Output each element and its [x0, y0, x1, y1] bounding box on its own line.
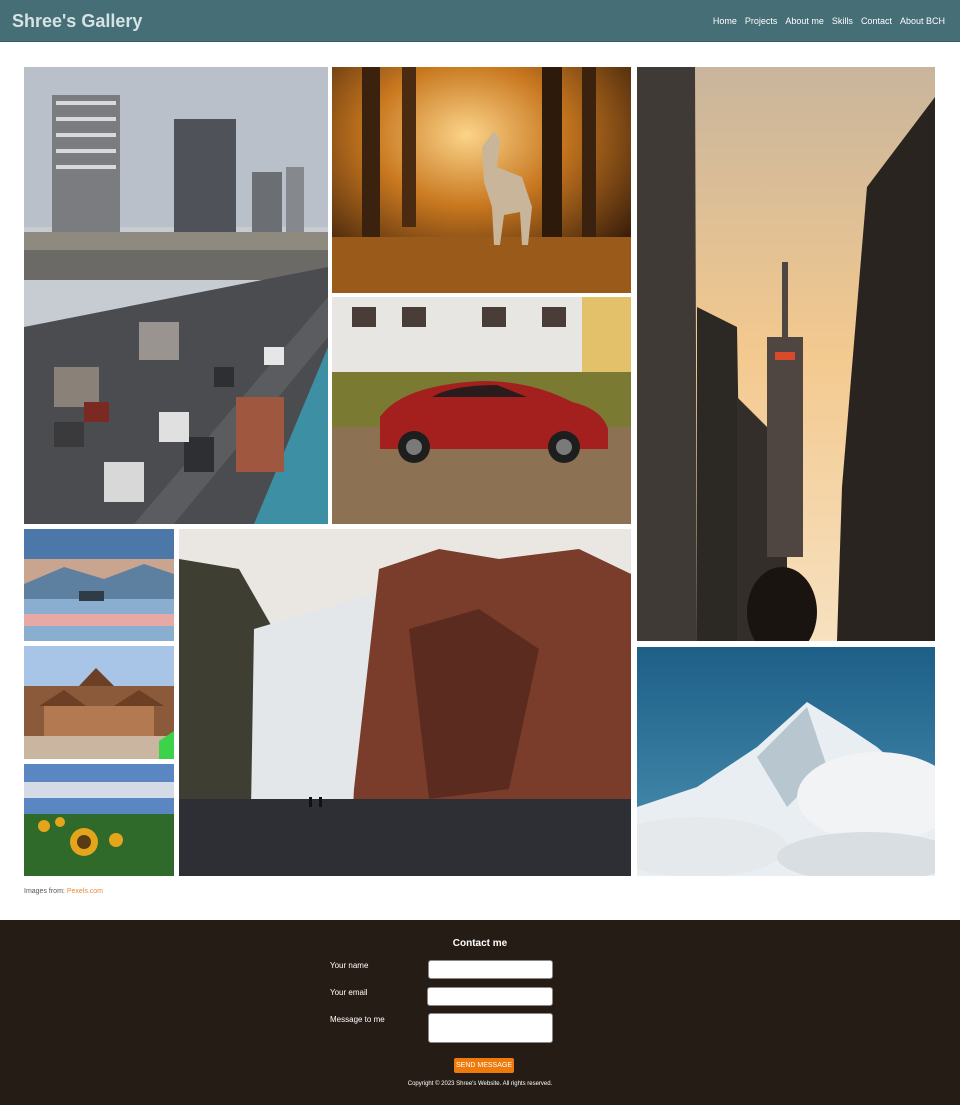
contact-footer: Contact me Your name Your email Message … — [0, 920, 960, 1105]
gallery-image-lake[interactable] — [24, 529, 174, 641]
site-header: Shree's Gallery Home Projects About me S… — [0, 0, 960, 42]
gallery-image-mountain[interactable] — [637, 647, 935, 876]
nav-about-bch[interactable]: About BCH — [900, 16, 945, 26]
gallery-image-temples[interactable] — [24, 646, 174, 759]
nav-projects[interactable]: Projects — [745, 16, 778, 26]
temple-photo-icon — [24, 646, 174, 759]
nav-skills[interactable]: Skills — [832, 16, 853, 26]
credit-link[interactable]: Pexels.com — [67, 888, 103, 895]
sunflower-photo-icon — [24, 764, 174, 876]
gallery-image-sunflowers[interactable] — [24, 764, 174, 876]
horse-photo-icon — [332, 67, 631, 293]
credit-prefix: Images from: — [24, 888, 65, 895]
name-label: Your name — [330, 961, 369, 970]
image-credit: Images from: Pexels.com — [24, 888, 103, 895]
main-nav: Home Projects About me Skills Contact Ab… — [713, 16, 945, 26]
site-brand[interactable]: Shree's Gallery — [12, 11, 142, 32]
send-message-button[interactable]: SEND MESSAGE — [454, 1058, 514, 1073]
message-field[interactable] — [428, 1013, 553, 1043]
email-field[interactable] — [427, 987, 553, 1006]
city-highway-photo-icon — [24, 67, 328, 524]
gallery-image-horse[interactable] — [332, 67, 631, 293]
message-label: Message to me — [330, 1015, 385, 1024]
mountain-photo-icon — [637, 647, 935, 876]
gallery-image-highway[interactable] — [24, 67, 328, 524]
name-field[interactable] — [428, 960, 553, 979]
tower-photo-icon — [637, 67, 935, 641]
nav-contact[interactable]: Contact — [861, 16, 892, 26]
gallery-image-waterfall[interactable] — [179, 529, 631, 876]
contact-title: Contact me — [452, 938, 508, 949]
waterfall-photo-icon — [179, 529, 631, 876]
lake-photo-icon — [24, 529, 174, 641]
nav-home[interactable]: Home — [713, 16, 737, 26]
car-photo-icon — [332, 297, 631, 524]
email-label: Your email — [330, 988, 368, 997]
copyright-text: Copyright © 2023 Shree's Website. All ri… — [407, 1081, 553, 1087]
gallery-image-tower[interactable] — [637, 67, 935, 641]
nav-about-me[interactable]: About me — [785, 16, 824, 26]
gallery-image-car[interactable] — [332, 297, 631, 524]
